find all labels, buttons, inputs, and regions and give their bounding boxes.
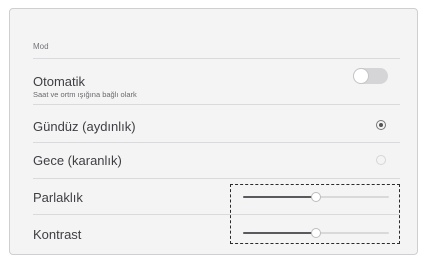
auto-mode-label: Otomatik bbox=[33, 74, 86, 89]
auto-mode-toggle[interactable] bbox=[353, 68, 388, 84]
divider bbox=[33, 178, 400, 179]
day-mode-label[interactable]: Gündüz (aydınlık) bbox=[33, 119, 136, 134]
night-mode-radio[interactable] bbox=[376, 155, 386, 165]
contrast-label: Kontrast bbox=[33, 227, 82, 242]
focus-highlight-box bbox=[230, 184, 400, 244]
divider bbox=[33, 58, 400, 59]
auto-mode-description: Saat ve ortm ışığına bağlı olark bbox=[33, 90, 137, 99]
section-title: Mod bbox=[33, 42, 49, 51]
divider bbox=[33, 142, 400, 143]
night-mode-label[interactable]: Gece (karanlık) bbox=[33, 153, 122, 168]
day-mode-radio[interactable] bbox=[376, 120, 386, 130]
toggle-knob bbox=[353, 68, 369, 84]
brightness-label: Parlaklık bbox=[33, 190, 83, 205]
divider bbox=[33, 104, 400, 105]
